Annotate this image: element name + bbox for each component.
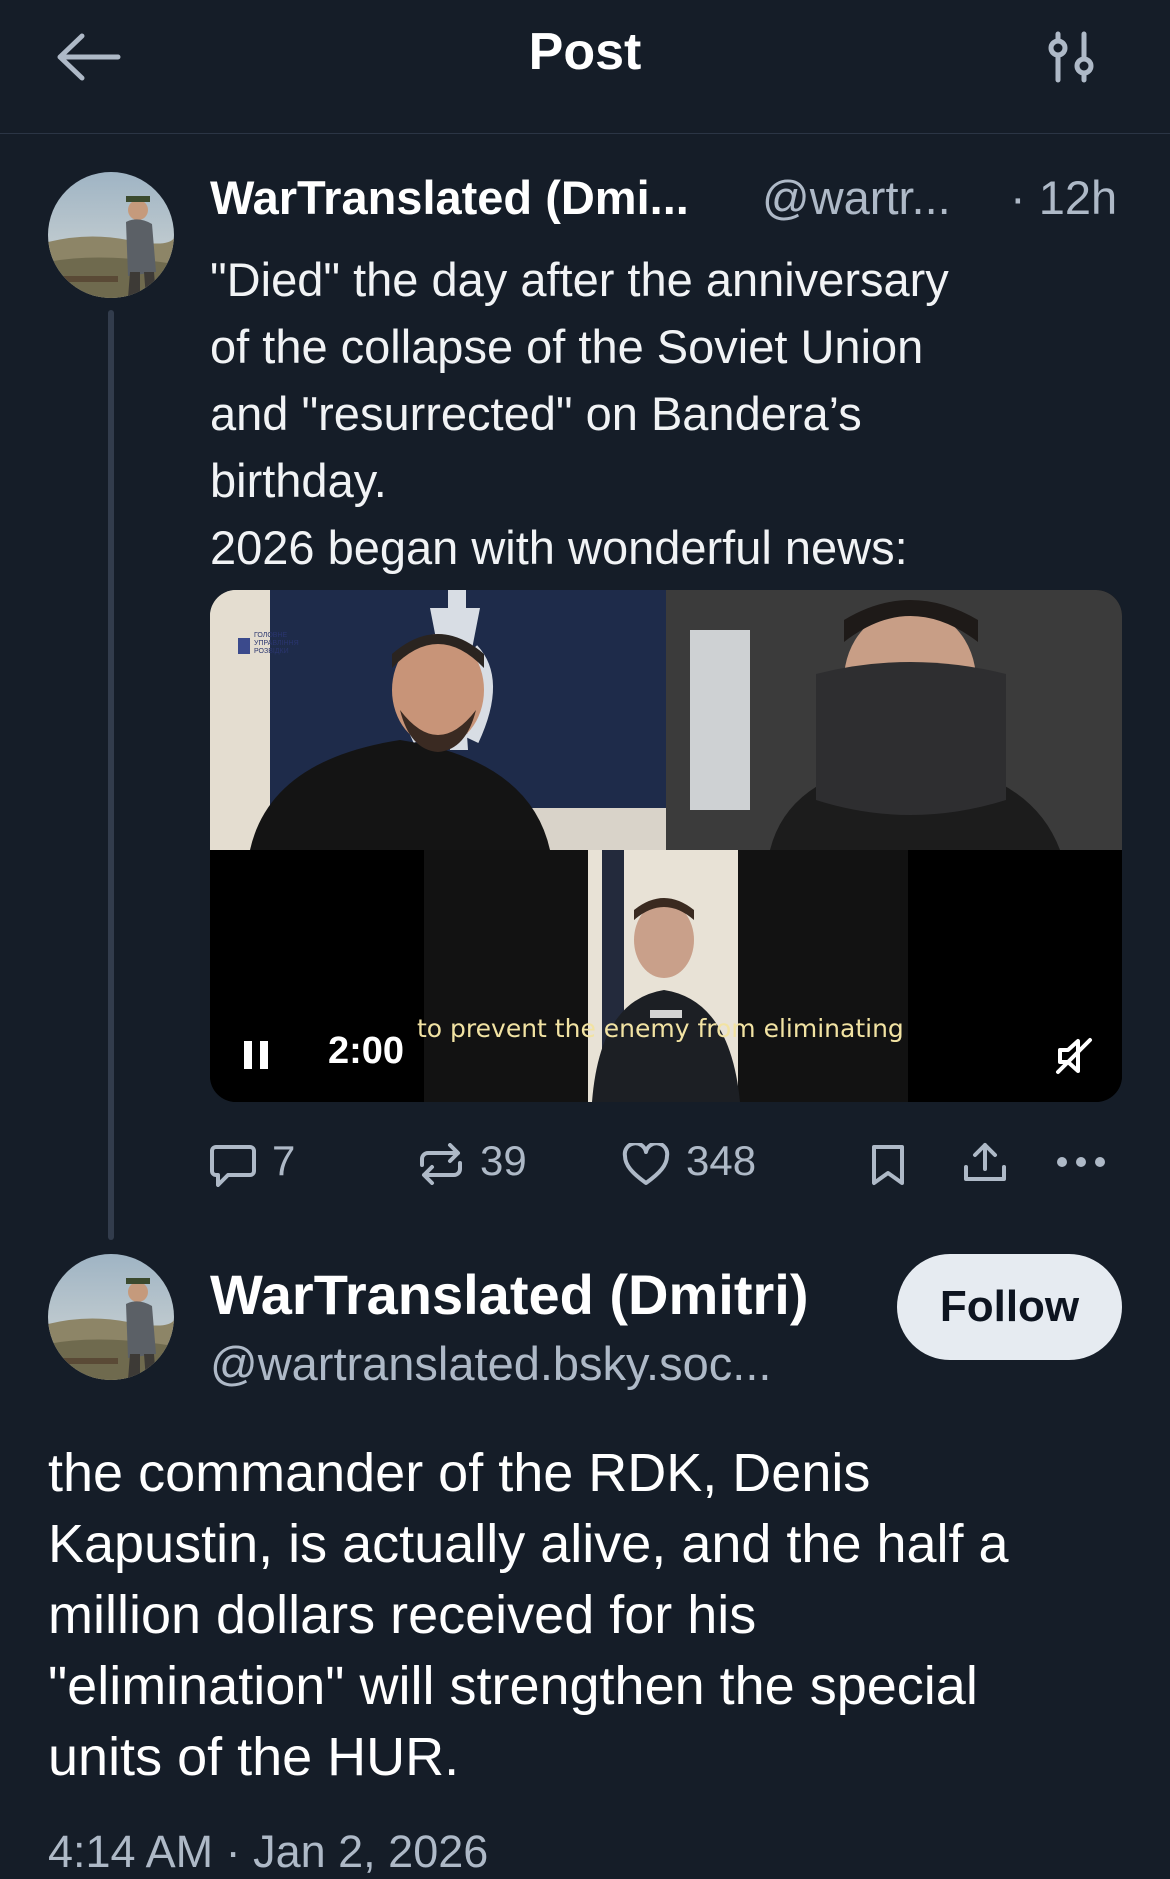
bookmark-button[interactable] — [868, 1135, 908, 1191]
author-name[interactable]: WarTranslated (Dmitri) — [210, 1262, 808, 1327]
speaker-muted-icon — [1056, 1038, 1092, 1074]
author-name[interactable]: WarTranslated (Dmi... — [210, 170, 689, 225]
video-time: 2:00 — [328, 1030, 405, 1072]
post-text-line: Kapustin, is actually alive, and the hal… — [48, 1514, 1009, 1574]
thread-line — [108, 310, 114, 1240]
author-handle[interactable]: @wartr... — [762, 170, 951, 225]
avatar[interactable] — [48, 172, 174, 298]
post-text-line: and "resurrected" on Bandera’s — [210, 387, 862, 440]
repost-icon — [420, 1143, 462, 1185]
share-icon — [964, 1143, 1006, 1181]
post-text-line: birthday. — [210, 454, 387, 507]
bookmark-icon — [872, 1145, 904, 1185]
post-text: "Died" the day after the anniversary of … — [210, 246, 949, 581]
follow-button[interactable]: Follow — [897, 1254, 1122, 1360]
post-text-line: of the collapse of the Soviet Union — [210, 320, 924, 373]
video-subtitle: to prevent the enemy from eliminating — [417, 1014, 904, 1043]
header: Post — [0, 0, 1170, 134]
repost-button[interactable]: 39 — [418, 1135, 538, 1191]
post-text: the commander of the RDK, Denis Kapustin… — [48, 1438, 1009, 1793]
reply-button[interactable]: 7 — [210, 1135, 310, 1191]
post-timestamp: 4:14 AM · Jan 2, 2026 — [48, 1826, 489, 1877]
logo-overlay-text: ГОЛОВНЕ УПРАВЛІННЯ РОЗВІДКИ — [254, 632, 299, 655]
avatar-image — [48, 172, 174, 298]
ellipsis-icon — [1057, 1157, 1105, 1167]
avatar-image — [48, 1254, 174, 1380]
thread-settings-button[interactable] — [1044, 30, 1100, 84]
post-time: · 12h — [1010, 171, 1118, 224]
post-text-line: "Died" the day after the anniversary — [210, 253, 949, 306]
post-text-line: 2026 began with wonderful news: — [210, 521, 908, 574]
speech-bubble-icon — [210, 1145, 256, 1187]
post-text-line: the commander of the RDK, Denis — [48, 1443, 871, 1503]
like-count: 348 — [686, 1137, 757, 1184]
post-text-line: units of the HUR. — [48, 1727, 460, 1787]
more-options-button[interactable] — [1056, 1135, 1106, 1191]
repost-count: 39 — [480, 1137, 527, 1184]
share-button[interactable] — [962, 1135, 1008, 1191]
author-handle[interactable]: @wartranslated.bsky.soc... — [210, 1336, 771, 1391]
video-player[interactable]: ГОЛОВНЕ УПРАВЛІННЯ РОЗВІДКИ to prevent t… — [210, 590, 1122, 1102]
like-button[interactable]: 348 — [622, 1135, 772, 1191]
post-text-line: "elimination" will strengthen the specia… — [48, 1656, 978, 1716]
page-title: Post — [528, 23, 642, 81]
reply-count: 7 — [272, 1137, 296, 1184]
mute-button[interactable] — [1054, 1036, 1094, 1076]
pause-button[interactable] — [242, 1039, 272, 1071]
post-text-line: million dollars received for his — [48, 1585, 757, 1645]
pause-icon — [244, 1041, 268, 1069]
heart-icon — [622, 1143, 670, 1185]
sliders-icon — [1048, 31, 1094, 83]
avatar[interactable] — [48, 1254, 174, 1380]
